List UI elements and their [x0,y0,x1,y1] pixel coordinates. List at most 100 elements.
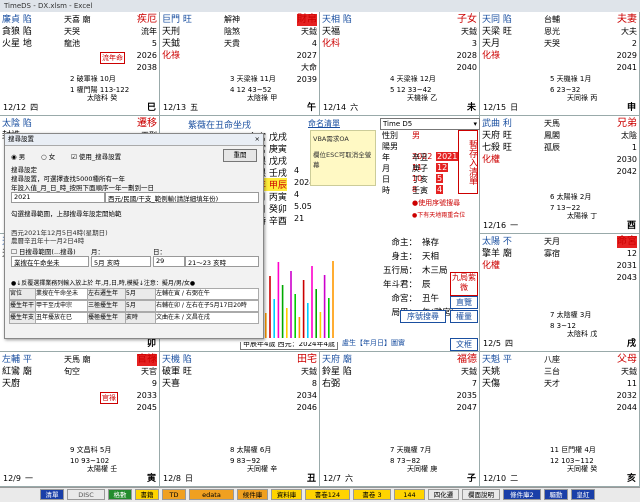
minor-star: 天貴 [224,39,240,48]
reopen-button[interactable]: 重開 [223,149,257,162]
sheet-tab[interactable]: 書卷124 [305,489,350,500]
sheet-tab[interactable]: 清單 [40,489,64,500]
palace-shen[interactable]: 天同 陷天梁 旺天月 化祿 台輔 恩光 天哭 夫妻 大夫 2 2029 2041 5 天機祿 1月 6… [480,12,640,116]
palace-stars: 天魁 平天姚 天傷 [482,354,512,390]
close-icon[interactable]: × [255,134,260,145]
save-to-list-button[interactable]: 暫存入清單 [458,130,478,194]
palace-zi[interactable]: 天府 廟鈴星 陷右弼 福德 天鉞 7 2035 2047 7 天機權 7月 8 73~82 12… [320,352,480,487]
palace-meta: 2031 [616,261,637,270]
sheet-tab[interactable]: 書籍 [135,489,159,500]
sheet-tab[interactable]: edata [189,489,234,500]
palace-meta: 2039 [296,75,317,84]
palace-chou[interactable]: 天機 陷破軍 旺天喜 田宅 天鉞 8 2034 2046 8 太陽權 6月 9 83~92 12… [160,352,320,487]
palace-meta: 4 [311,39,317,48]
strip-bar [273,299,275,338]
dialog-table-cell: 擾生年支 [9,312,37,324]
sheet-tab[interactable]: 資料庫 [271,489,302,500]
sheet-tab[interactable]: 驅動 [544,489,568,500]
palace-date: 12/5 [483,339,501,348]
palace-xu[interactable]: 太陽 不擎羊 廟化權 天月 寡宿 命宮 12 2031 2043 7 太陰權 3月 8 3~12… [480,234,640,352]
star-label: 太陽 不 [482,237,512,247]
palace-transform: 天同權 辛 [247,465,278,473]
palace-wu[interactable]: 巨門 旺天刑 天鉞 化祿 解神 陰煞 天貴 財帛 天鉞 4 2027 大命 2039 3 天梁祿 11月… [160,12,320,116]
minor-star: 陰煞 [224,27,240,36]
palace-right-col: 官祿 天官 9 2033 2045 [136,354,157,414]
day-label: 日： [153,248,166,256]
palace-wei[interactable]: 天相 陷天福 化科 子女 天鉞 3 2028 2040 4 天梁祿 12月 5 12 33~42… [320,12,480,116]
nine-ju-button[interactable]: 九局紫微 [450,272,478,296]
sheet-tab[interactable]: 候件庫 [237,489,268,500]
info-cell[interactable]: 男 [412,130,420,141]
star-label: 天相 陷 [322,15,352,25]
month-select[interactable]: 5月 亥時 [91,256,151,267]
sheet-tab[interactable]: 條件庫2 [503,489,541,500]
year-field[interactable]: 2021 [11,192,105,203]
day-select[interactable]: 29 [153,256,185,267]
sheet-tab[interactable]: 欄面說明 [462,489,500,500]
sheet-tab[interactable]: 四化遷 [428,489,459,500]
birth-chart-link[interactable]: 盧生【年月日】圖實 [342,338,405,348]
radio-male-label: 男 [18,153,26,161]
sheet-tab[interactable]: 書卷 3 [353,489,391,500]
palace-meta: 2029 [616,51,637,60]
reset-button[interactable]: 權量 [450,310,478,323]
palace-yin[interactable]: 左輔 平紅鸞 廟天廚 天馬 廟旬空 官祿 天官 9 2033 2045 官祿 9 文昌科 5月 1… [0,352,160,487]
ming-gong-value: 丑午 [422,294,440,304]
sheet-tab[interactable]: 格數 [108,489,132,500]
dialog-table-cell[interactable]: 右輔在卯 / 左右在子5月17日20時 [155,300,259,312]
palace-footer: 12/7 六 天同權 庚子 [323,465,476,484]
palace-weekday: 六 [344,474,353,483]
ming-zhu-label: 命主： [391,238,417,248]
palace-minor-stars: 解神 陰煞 天貴 [224,14,240,50]
sheet-tab[interactable]: 皇紅 [571,489,595,500]
palace-date: 12/7 [323,474,341,483]
palace-branch: 戌 [626,339,636,349]
nian-dou-label: 年斗君： [382,280,417,290]
dialog-table-cell[interactable]: 丑年擾放在巳 [35,312,89,324]
search-settings-dialog: 搜尋設置 × ◉ 男 ○ 女 ☑ 使用_搜尋設置 重開 搜尋設定 搜尋設置，可選… [4,133,264,339]
dialog-table-cell[interactable]: 文曲在未 / 文昌在戌 [155,312,259,324]
ming-gong-label: 命宮： [391,294,417,304]
name-list-value: Time D5 [383,120,413,128]
palace-stars: 天府 廟鈴星 陷右弼 [322,354,352,390]
minor-star: 寡宿 [544,249,560,258]
palace-select[interactable]: 業搜在午命坐未 [11,256,89,267]
palace-date: 12/13 [163,103,187,112]
range-field[interactable]: 西元/民國/干支_範例輸(請詳細填年份) [105,192,259,203]
sheet-tab[interactable]: DISC [67,489,105,500]
range-checkbox[interactable]: ☐ 日搜尋範圍(...搜尋) [11,246,76,256]
shen-zhu-value: 天相 [422,252,440,262]
palace-meta: 太陰 [621,131,637,140]
palace-si[interactable]: 廉貞 陷貪狼 陷火星 地 天喜 廟天哭 龍池 疾厄 流年 5 2026 2038 流年命 2 破軍… [0,12,160,116]
radio-female[interactable]: ○ 女 [41,151,55,161]
use-search-checkbox[interactable]: ☑ 使用_搜尋設置 [71,151,121,161]
sheet-tab[interactable]: TD [162,489,186,500]
sheet-tabs: 清單 DISC 格數 書籍 TD edata 候件庫 資料庫 書卷124 書卷 3 144 四化遷 欄面… [0,487,640,502]
palace-hai[interactable]: 天魁 平天姚 天傷 八座 三台 天才 父母 天鉞 11 2032 2044 11 巨門權 4月 12 … [480,352,640,487]
palace-branch: 亥 [626,474,636,484]
palace-meta: 2028 [456,51,477,60]
sheet-tab[interactable]: 144 [394,489,425,500]
dialog-table-cell[interactable]: 左輔在寅 / 右弼在午 [155,288,259,300]
text-frame-button[interactable]: 文框 [450,338,478,351]
nian-dou-value: 辰 [422,280,431,290]
palace-right-col: 財帛 天鉞 4 2027 大命 2039 [296,14,317,86]
palace-meta: 2027 [296,51,317,60]
palace-meta: 2 [631,39,637,48]
dialog-table-cell[interactable]: 甲干至戊申宗 [35,300,89,312]
direct-button[interactable]: 直覽 [450,296,478,309]
palace-weekday: 一 [510,221,519,230]
dialog-help-3: 勾選搜尋範圍，上部搜尋年設定開始範 [11,210,122,218]
name-list-title[interactable]: 命名清單 [308,118,340,129]
name-list-select[interactable]: Time D5 ▾ [380,118,480,130]
dialog-table-cell[interactable]: 業搜在午命坐未 [35,288,89,300]
use-serial-label[interactable]: ●使用序號搜尋 [412,198,460,208]
radio-male[interactable]: ◉ 男 [11,151,25,161]
palace-you[interactable]: 武曲 利天府 旺七殺 旺化權 天馬 鳳閣 孤辰 兄弟 太陰 1 2030 2042 6 太陽祿 2… [480,116,640,234]
dialog-help-4: ●↓反覆選擇業務列輸入放上於 年,月,日,時,模擬↓注意：擬月/男/女● [11,280,196,287]
serial-search-button[interactable]: 序號搜尋 [400,310,446,323]
dialog-table-cell: 宮位 [9,288,37,300]
hour-select[interactable]: 21～23 亥時 [185,256,259,267]
palace-right-col: 福德 天鉞 7 2035 2047 [457,354,477,414]
star-label: 天魁 平 [482,355,512,365]
